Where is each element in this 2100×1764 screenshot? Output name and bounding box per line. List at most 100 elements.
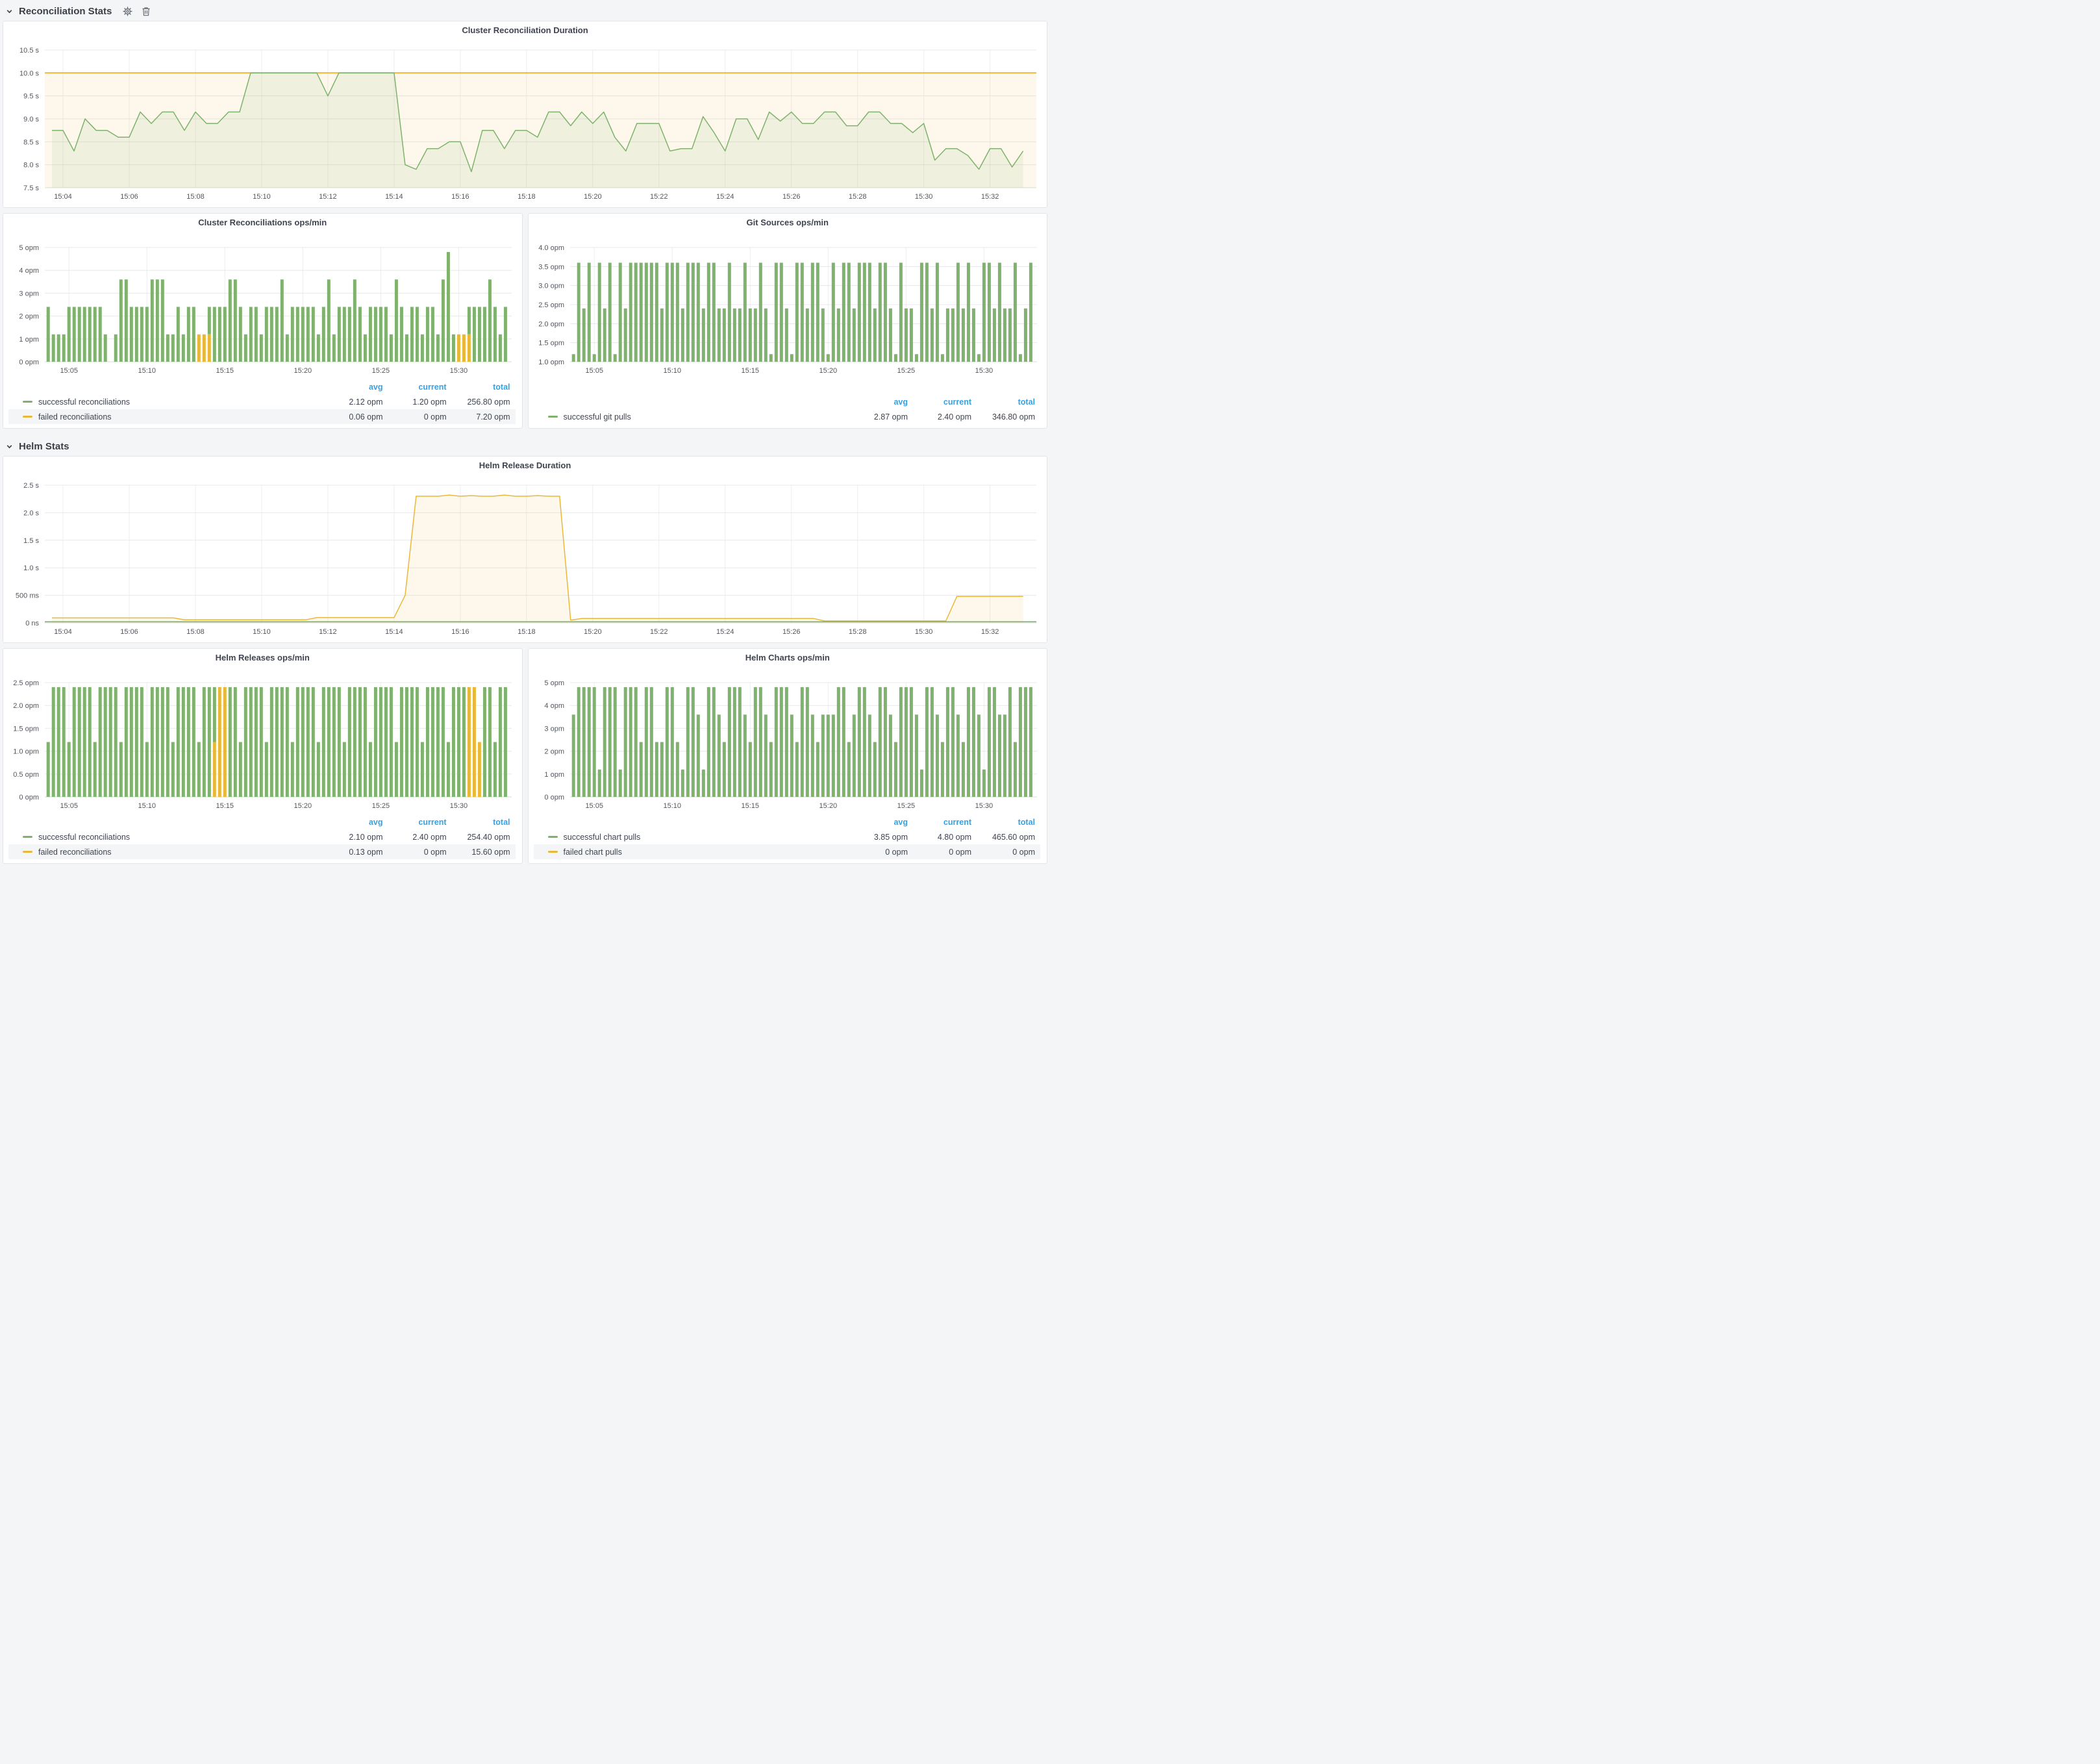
helm-charts-chart[interactable]: 15:0515:1015:1515:2015:2515:300 opm1 opm… [532, 667, 1044, 814]
svg-text:15:32: 15:32 [981, 193, 999, 201]
svg-text:3 opm: 3 opm [19, 290, 39, 297]
legend-stat-header[interactable]: total [971, 818, 1035, 827]
svg-text:15:32: 15:32 [981, 628, 999, 636]
series-color-dash [23, 401, 32, 403]
legend-series-label[interactable]: successful git pulls [548, 412, 845, 422]
svg-text:1.5 s: 1.5 s [23, 537, 39, 545]
panel-title[interactable]: Git Sources ops/min [529, 218, 1047, 227]
git-sources-chart[interactable]: 15:0515:1015:1515:2015:2515:301.0 opm1.5… [532, 232, 1044, 379]
legend-series-label[interactable]: successful reconciliations [23, 397, 319, 407]
svg-text:15:18: 15:18 [518, 193, 536, 201]
svg-text:2.0 opm: 2.0 opm [538, 320, 564, 328]
legend-row: successful reconciliations2.12 opm1.20 o… [8, 394, 516, 409]
panel-title[interactable]: Cluster Reconciliation Duration [3, 25, 1047, 35]
svg-text:5 opm: 5 opm [19, 244, 39, 252]
panel-title[interactable]: Helm Charts ops/min [529, 653, 1047, 662]
panel-helm-charts-opm: Helm Charts ops/min 15:0515:1015:1515:20… [528, 648, 1048, 864]
legend-series-label[interactable]: failed chart pulls [548, 848, 845, 857]
legend-series-label[interactable]: failed reconciliations [23, 412, 319, 422]
section-header-helm-stats[interactable]: Helm Stats [3, 436, 1047, 456]
svg-text:15:05: 15:05 [60, 802, 78, 810]
series-color-dash [548, 851, 558, 853]
svg-text:0 ns: 0 ns [25, 620, 39, 627]
legend-stat-header[interactable]: avg [319, 383, 383, 392]
legend-stat-header[interactable]: current [383, 818, 447, 827]
legend-stat-header[interactable]: current [383, 383, 447, 392]
svg-text:0.5 opm: 0.5 opm [13, 771, 39, 779]
svg-text:5 opm: 5 opm [544, 679, 564, 687]
legend-stat-value: 15.60 opm [447, 848, 510, 857]
legend-stat-header[interactable]: current [908, 818, 971, 827]
svg-text:15:06: 15:06 [120, 193, 138, 201]
section-header-reconciliation-stats[interactable]: Reconciliation Stats [3, 1, 1047, 21]
legend-row: failed chart pulls0 opm0 opm0 opm [534, 844, 1041, 859]
legend-helm-releases: avgcurrenttotal successful reconciliation… [8, 814, 516, 859]
panel-title[interactable]: Cluster Reconciliations ops/min [3, 218, 522, 227]
legend-series-label[interactable]: successful chart pulls [548, 833, 845, 842]
legend-header-row: avgcurrenttotal [534, 814, 1041, 829]
chevron-down-icon [6, 443, 13, 450]
legend-stat-value: 0.06 opm [319, 412, 383, 422]
panel-title[interactable]: Helm Release Duration [3, 460, 1047, 470]
panel-cluster-reconciliations-opm: Cluster Reconciliations ops/min 15:0515:… [3, 213, 523, 429]
svg-text:9.5 s: 9.5 s [23, 93, 39, 101]
legend-stat-value: 2.40 opm [908, 412, 971, 422]
legend-stat-header[interactable]: current [908, 397, 971, 407]
legend-series-label[interactable]: successful reconciliations [23, 833, 319, 842]
svg-text:7.5 s: 7.5 s [23, 184, 39, 192]
svg-text:15:15: 15:15 [216, 802, 234, 810]
svg-text:15:24: 15:24 [716, 193, 734, 201]
legend-helm-charts: avgcurrenttotalsuccessful chart pulls3.8… [534, 814, 1041, 859]
legend-stat-value: 0.13 opm [319, 848, 383, 857]
svg-text:15:20: 15:20 [819, 802, 837, 810]
gear-icon[interactable] [123, 6, 132, 16]
helm-releases-chart[interactable]: 15:0515:1015:1515:2015:2515:300 opm0.5 o… [7, 667, 518, 814]
svg-text:10.5 s: 10.5 s [19, 47, 39, 55]
panel-helm-release-duration: Helm Release Duration 15:0415:0615:0815:… [3, 456, 1047, 643]
legend-stat-value: 0 opm [844, 848, 908, 857]
legend-cluster-reconciliations: avgcurrenttotal successful reconciliation… [8, 379, 516, 424]
legend-row: successful reconciliations2.10 opm2.40 o… [8, 829, 516, 844]
legend-stat-header[interactable]: total [447, 383, 510, 392]
svg-text:15:08: 15:08 [186, 628, 205, 636]
legend-stat-value: 0 opm [383, 848, 447, 857]
legend-stat-value: 2.12 opm [319, 397, 383, 407]
svg-text:15:30: 15:30 [975, 367, 993, 375]
svg-text:15:20: 15:20 [294, 367, 312, 375]
svg-text:15:10: 15:10 [253, 628, 271, 636]
legend-stat-header[interactable]: avg [844, 818, 908, 827]
legend-stat-header[interactable]: avg [844, 397, 908, 407]
legend-row: failed reconciliations0.13 opm0 opm15.60… [8, 844, 516, 859]
svg-text:15:16: 15:16 [451, 193, 469, 201]
svg-text:15:26: 15:26 [782, 628, 801, 636]
cluster-reconciliations-chart[interactable]: 15:0515:1015:1515:2015:2515:300 opm1 opm… [7, 232, 518, 379]
helm-release-duration-chart[interactable]: 15:0415:0615:0815:1015:1215:1415:1615:18… [7, 475, 1043, 638]
legend-stat-header[interactable]: avg [319, 818, 383, 827]
legend-stat-value: 256.80 opm [447, 397, 510, 407]
svg-text:0 opm: 0 opm [544, 794, 564, 801]
svg-text:2.5 opm: 2.5 opm [538, 301, 564, 309]
legend-stat-header[interactable]: total [971, 397, 1035, 407]
svg-text:15:05: 15:05 [585, 802, 603, 810]
svg-text:15:28: 15:28 [849, 628, 867, 636]
legend-stat-header[interactable]: total [447, 818, 510, 827]
svg-text:15:05: 15:05 [585, 367, 603, 375]
chevron-down-icon [6, 8, 13, 15]
series-color-dash [548, 836, 558, 838]
panel-title[interactable]: Helm Releases ops/min [3, 653, 522, 662]
legend-series-label[interactable]: failed reconciliations [23, 848, 319, 857]
legend-stat-value: 0 opm [971, 848, 1035, 857]
svg-text:4.0 opm: 4.0 opm [538, 244, 564, 252]
svg-text:15:30: 15:30 [450, 802, 468, 810]
trash-icon[interactable] [142, 6, 151, 16]
legend-stat-value: 465.60 opm [971, 833, 1035, 842]
svg-text:15:05: 15:05 [60, 367, 78, 375]
svg-text:15:26: 15:26 [782, 193, 801, 201]
svg-text:15:10: 15:10 [663, 367, 681, 375]
svg-text:15:20: 15:20 [584, 193, 602, 201]
cluster-reconciliation-duration-chart[interactable]: 15:0415:0615:0815:1015:1215:1415:1615:18… [7, 40, 1043, 203]
svg-text:4 opm: 4 opm [544, 702, 564, 710]
svg-text:2 opm: 2 opm [544, 748, 564, 756]
svg-text:0 opm: 0 opm [19, 359, 39, 366]
svg-text:15:30: 15:30 [915, 193, 933, 201]
